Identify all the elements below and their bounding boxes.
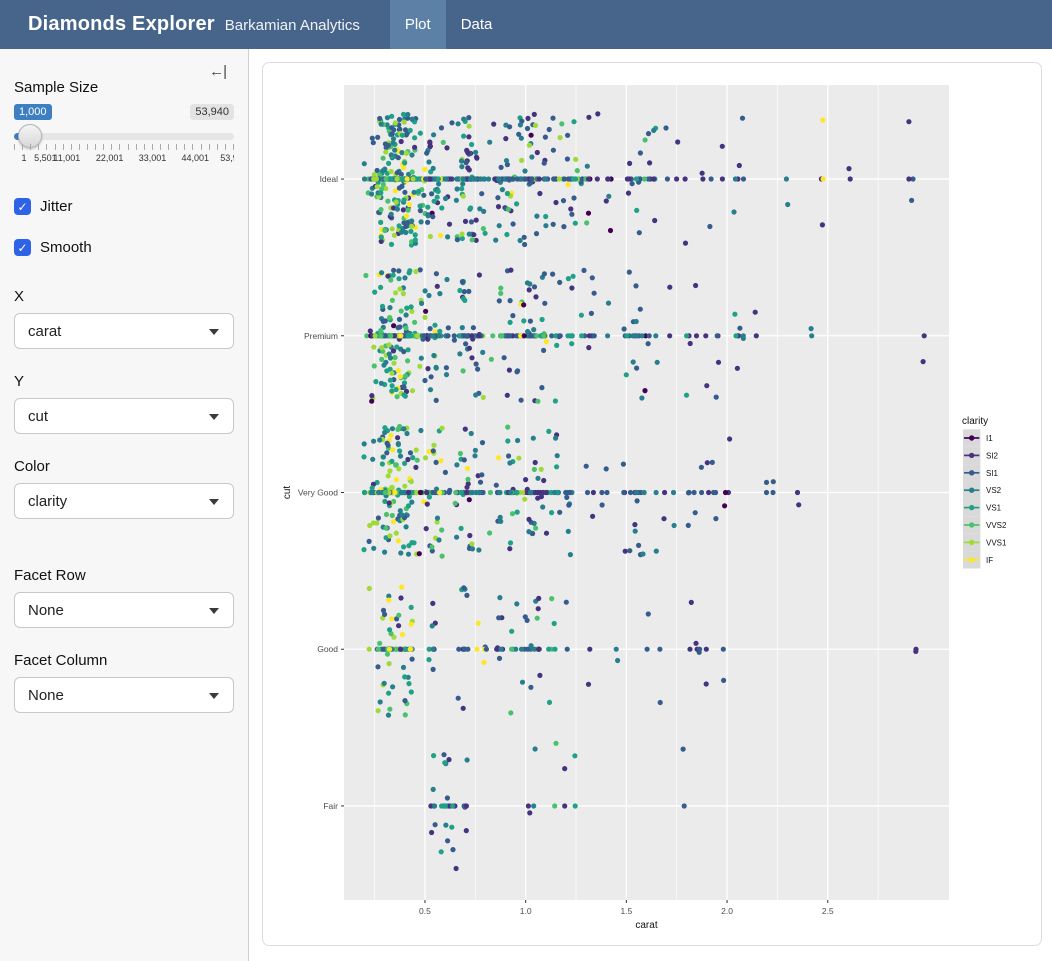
- sample-size-group: Sample Size 1,000 53,940 15,50111,00122,…: [14, 79, 234, 170]
- diamonds-scatter-plot: 0.5 1.0 1.5 2.0 2.5 Fair Good Very Good Premium I…: [263, 63, 1041, 945]
- slider-tick-label: 1: [21, 153, 26, 163]
- legend-entry: VS1: [963, 499, 1002, 516]
- sidebar-collapse-button[interactable]: ←|: [209, 63, 226, 80]
- x-select-value: carat: [28, 323, 61, 340]
- collapse-left-icon: ←|: [209, 63, 226, 80]
- x-select[interactable]: carat: [14, 313, 234, 349]
- legend-entry: VS2: [963, 482, 1002, 499]
- svg-text:1.5: 1.5: [620, 906, 632, 916]
- facet-row-select-label: Facet Row: [14, 567, 234, 584]
- plot-legend: clarity I1 SI2 SI1 VS2 VS1 VVS2 VVS1 IF: [962, 416, 1007, 569]
- x-axis-title: carat: [635, 920, 657, 931]
- svg-text:SI1: SI1: [986, 469, 999, 478]
- smooth-checkbox[interactable]: [14, 239, 31, 256]
- svg-text:VVS1: VVS1: [986, 538, 1007, 547]
- svg-text:VS2: VS2: [986, 486, 1002, 495]
- legend-title: clarity: [962, 416, 988, 427]
- slider-tick-label: 22,001: [96, 153, 124, 163]
- facet-row-select[interactable]: None: [14, 592, 234, 628]
- caret-down-icon: [209, 499, 219, 505]
- app-title: Diamonds Explorer: [28, 13, 215, 36]
- svg-text:VS1: VS1: [986, 504, 1002, 513]
- legend-entry: SI2: [963, 447, 999, 464]
- app-subtitle: Barkamian Analytics: [225, 17, 360, 34]
- smooth-label: Smooth: [40, 239, 92, 256]
- x-select-group: X carat: [14, 288, 234, 349]
- y-axis-title: cut: [282, 486, 293, 500]
- svg-text:I1: I1: [986, 434, 993, 443]
- svg-text:VVS2: VVS2: [986, 521, 1007, 530]
- smooth-checkbox-row[interactable]: Smooth: [14, 239, 234, 256]
- facet-column-select[interactable]: None: [14, 677, 234, 713]
- app-header: Diamonds Explorer Barkamian Analytics Pl…: [0, 0, 1052, 49]
- y-select-value: cut: [28, 408, 48, 425]
- slider-badges: 1,000 53,940: [14, 104, 234, 124]
- sample-size-slider[interactable]: [14, 133, 234, 140]
- facet-row-select-value: None: [28, 602, 64, 619]
- jitter-checkbox-row[interactable]: Jitter: [14, 198, 234, 215]
- slider-tick-label: 33,001: [139, 153, 167, 163]
- svg-text:Premium: Premium: [304, 331, 338, 341]
- y-select-label: Y: [14, 373, 234, 390]
- nav-tabs: Plot Data: [390, 0, 508, 49]
- slider-tick-label: 44,001: [182, 153, 210, 163]
- svg-text:0.5: 0.5: [419, 906, 431, 916]
- facet-row-select-group: Facet Row None: [14, 567, 234, 628]
- slider-tick-grid: 15,50111,00122,00133,00144,00153,940: [14, 144, 234, 170]
- x-select-label: X: [14, 288, 234, 305]
- caret-down-icon: [209, 693, 219, 699]
- caret-down-icon: [209, 329, 219, 335]
- svg-text:2.5: 2.5: [822, 906, 834, 916]
- caret-down-icon: [209, 414, 219, 420]
- facet-column-select-label: Facet Column: [14, 652, 234, 669]
- svg-text:Ideal: Ideal: [320, 174, 339, 184]
- sidebar: ←| Sample Size 1,000 53,940 15,50111,001…: [0, 49, 249, 961]
- color-select-group: Color clarity: [14, 458, 234, 519]
- slider-tick-label: 53,940: [220, 153, 234, 163]
- svg-text:Good: Good: [317, 644, 338, 654]
- tab-data[interactable]: Data: [446, 0, 508, 49]
- color-select-value: clarity: [28, 493, 67, 510]
- legend-entry: VVS1: [963, 534, 1007, 551]
- facet-column-select-value: None: [28, 687, 64, 704]
- plot-card: 0.5 1.0 1.5 2.0 2.5 Fair Good Very Good Premium I…: [262, 62, 1042, 946]
- color-select[interactable]: clarity: [14, 483, 234, 519]
- slider-max-badge: 53,940: [190, 104, 234, 120]
- svg-text:Fair: Fair: [323, 801, 338, 811]
- sample-size-label: Sample Size: [14, 79, 234, 96]
- svg-text:SI2: SI2: [986, 451, 999, 460]
- y-select-group: Y cut: [14, 373, 234, 434]
- slider-tick-label: 11,001: [53, 153, 80, 163]
- slider-value-badge: 1,000: [14, 104, 52, 120]
- y-select[interactable]: cut: [14, 398, 234, 434]
- main-panel: 0.5 1.0 1.5 2.0 2.5 Fair Good Very Good Premium I…: [249, 49, 1052, 961]
- svg-text:1.0: 1.0: [520, 906, 532, 916]
- caret-down-icon: [209, 608, 219, 614]
- jitter-label: Jitter: [40, 198, 73, 215]
- legend-entry: SI1: [963, 464, 999, 481]
- facet-column-select-group: Facet Column None: [14, 652, 234, 713]
- color-select-label: Color: [14, 458, 234, 475]
- svg-text:Very Good: Very Good: [298, 488, 338, 498]
- jitter-checkbox[interactable]: [14, 198, 31, 215]
- legend-entry: IF: [963, 551, 993, 568]
- tab-plot[interactable]: Plot: [390, 0, 446, 49]
- legend-entry: I1: [963, 429, 993, 446]
- brand: Diamonds Explorer Barkamian Analytics: [28, 13, 360, 36]
- svg-text:IF: IF: [986, 556, 993, 565]
- svg-text:2.0: 2.0: [721, 906, 733, 916]
- legend-entry: VVS2: [963, 516, 1007, 533]
